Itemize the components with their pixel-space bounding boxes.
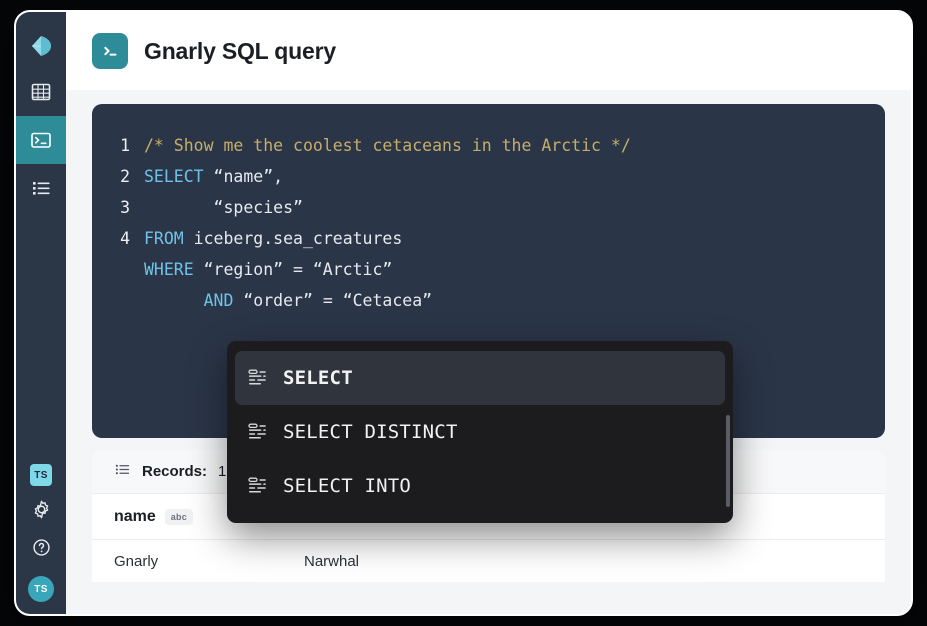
autocomplete-item[interactable]: SELECT [235, 351, 725, 405]
code-lines: 1/* Show me the coolest cetaceans in the… [92, 130, 885, 316]
gear-icon [31, 499, 52, 525]
autocomplete-dropdown[interactable]: SELECT SELECT DISTINCT SELECT INTO [227, 341, 733, 523]
list-icon [30, 177, 52, 199]
line-number: 2 [92, 161, 144, 192]
code-line: WHERE “region” = “Arctic” [92, 254, 885, 285]
code-line: 3 “species” [92, 192, 885, 223]
terminal-icon [30, 129, 52, 151]
panel-bottom-spacer [92, 582, 885, 596]
code-text: WHERE “region” = “Arctic” [144, 254, 392, 285]
code-line: 2SELECT “name”, [92, 161, 885, 192]
content-area: 1/* Show me the coolest cetaceans in the… [66, 90, 911, 614]
code-text: /* Show me the coolest cetaceans in the … [144, 130, 631, 161]
iceberg-logo-icon[interactable] [16, 24, 66, 68]
code-line: AND “order” = “Cetacea” [92, 285, 885, 316]
line-number: 3 [92, 192, 144, 223]
line-number [92, 254, 144, 285]
code-text: AND “order” = “Cetacea” [144, 285, 432, 316]
code-token-plain: “region” = “Arctic” [194, 260, 393, 279]
autocomplete-item-label: SELECT DISTINCT [283, 421, 458, 443]
sidebar: TS TS [16, 12, 66, 614]
list-icon [114, 461, 131, 482]
app-window: TS TS [14, 10, 913, 616]
autocomplete-item-label: SELECT [283, 367, 353, 389]
dropdown-scrollbar[interactable] [726, 415, 730, 507]
line-number [92, 285, 144, 316]
code-text: FROM iceberg.sea_creatures [144, 223, 402, 254]
code-token-comment: /* Show me the coolest cetaceans in the … [144, 136, 631, 155]
autocomplete-list: SELECT SELECT DISTINCT SELECT INTO [227, 351, 733, 513]
help-button[interactable] [29, 538, 53, 562]
sidebar-item-query[interactable] [16, 116, 66, 164]
autocomplete-item-label: SELECT INTO [283, 475, 411, 497]
code-text: SELECT “name”, [144, 161, 283, 192]
records-count: 1 [218, 463, 226, 480]
help-circle-icon [31, 537, 52, 563]
sql-keyword-icon [247, 475, 269, 497]
code-token-kw: SELECT [144, 167, 204, 186]
autocomplete-item[interactable]: SELECT DISTINCT [235, 405, 725, 459]
code-token-plain: “species” [144, 198, 303, 217]
sql-keyword-icon [247, 367, 269, 389]
code-token-plain: “name”, [204, 167, 283, 186]
page-title: Gnarly SQL query [144, 38, 336, 65]
sql-keyword-icon [247, 421, 269, 443]
code-token-kw: WHERE [144, 260, 194, 279]
code-line: 4FROM iceberg.sea_creatures [92, 223, 885, 254]
code-token-kw: FROM [144, 229, 184, 248]
autocomplete-item[interactable]: SELECT INTO [235, 459, 725, 513]
line-number: 1 [92, 130, 144, 161]
settings-button[interactable] [29, 500, 53, 524]
code-token-plain: iceberg.sea_creatures [184, 229, 403, 248]
sidebar-bottom-group: TS TS [16, 464, 66, 602]
terminal-icon [92, 33, 128, 69]
avatar[interactable]: TS [28, 576, 54, 602]
cell-name: Gnarly [114, 553, 304, 570]
sidebar-item-tables[interactable] [16, 68, 66, 116]
column-type-badge: abc [165, 509, 193, 525]
line-number: 4 [92, 223, 144, 254]
cell-species: Narwhal [304, 553, 359, 570]
code-token-plain: “order” = “Cetacea” [233, 291, 432, 310]
code-token-kw: AND [204, 291, 234, 310]
code-token-plain [144, 291, 204, 310]
sidebar-item-jobs[interactable] [16, 164, 66, 212]
column-label: name [114, 508, 156, 526]
code-text: “species” [144, 192, 303, 223]
table-row[interactable]: Gnarly Narwhal [92, 540, 885, 582]
main-area: Gnarly SQL query 1/* Show me the coolest… [66, 12, 911, 614]
page-header: Gnarly SQL query [66, 12, 911, 90]
records-label: Records: [142, 463, 207, 480]
grid-table-icon [30, 81, 52, 103]
code-line: 1/* Show me the coolest cetaceans in the… [92, 130, 885, 161]
workspace-badge[interactable]: TS [30, 464, 52, 486]
